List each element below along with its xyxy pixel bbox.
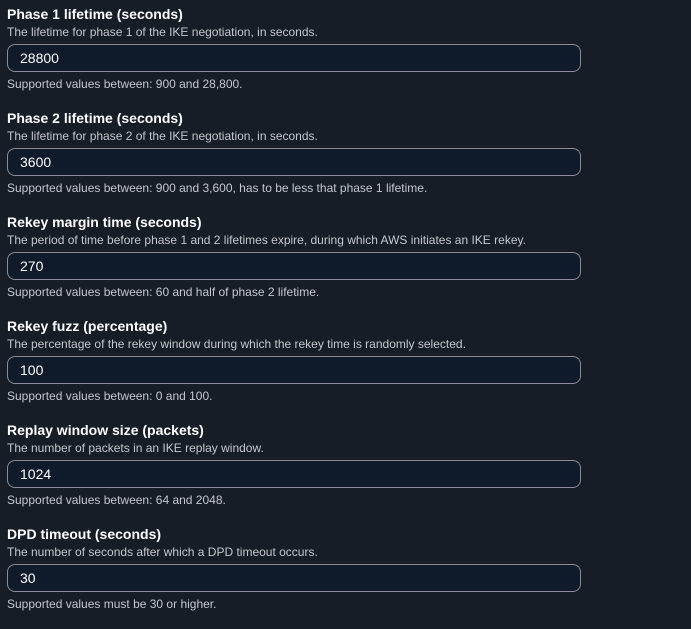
replay-window-size-description: The number of packets in an IKE replay w… <box>7 441 264 455</box>
phase2-lifetime-input[interactable] <box>7 148 581 176</box>
rekey-margin-time-label: Rekey margin time (seconds) <box>7 214 202 230</box>
rekey-fuzz-label: Rekey fuzz (percentage) <box>7 318 168 334</box>
rekey-fuzz-description: The percentage of the rekey window durin… <box>7 337 466 351</box>
replay-window-size-input[interactable] <box>7 460 581 488</box>
replay-window-size-constraint: Supported values between: 64 and 2048. <box>7 493 226 507</box>
rekey-margin-time-description: The period of time before phase 1 and 2 … <box>7 233 526 247</box>
rekey-fuzz-input[interactable] <box>7 356 581 384</box>
rekey-margin-time-field: Rekey margin time (seconds) The period o… <box>7 213 581 317</box>
phase1-lifetime-description: The lifetime for phase 1 of the IKE nego… <box>7 25 318 39</box>
dpd-timeout-description: The number of seconds after which a DPD … <box>7 545 318 559</box>
phase1-lifetime-constraint: Supported values between: 900 and 28,800… <box>7 77 243 91</box>
replay-window-size-label: Replay window size (packets) <box>7 422 204 438</box>
rekey-fuzz-constraint: Supported values between: 0 and 100. <box>7 389 213 403</box>
phase1-lifetime-field: Phase 1 lifetime (seconds) The lifetime … <box>7 5 581 109</box>
rekey-margin-time-constraint: Supported values between: 60 and half of… <box>7 285 320 299</box>
dpd-timeout-field: DPD timeout (seconds) The number of seco… <box>7 525 581 629</box>
dpd-timeout-label: DPD timeout (seconds) <box>7 526 162 542</box>
rekey-margin-time-input[interactable] <box>7 252 581 280</box>
phase1-lifetime-input[interactable] <box>7 44 581 72</box>
phase2-lifetime-constraint: Supported values between: 900 and 3,600,… <box>7 181 428 195</box>
phase2-lifetime-label: Phase 2 lifetime (seconds) <box>7 110 183 126</box>
dpd-timeout-input[interactable] <box>7 564 581 592</box>
ike-tunnel-options-form: Phase 1 lifetime (seconds) The lifetime … <box>7 5 581 629</box>
phase1-lifetime-label: Phase 1 lifetime (seconds) <box>7 6 183 22</box>
replay-window-size-field: Replay window size (packets) The number … <box>7 421 581 525</box>
dpd-timeout-constraint: Supported values must be 30 or higher. <box>7 597 217 611</box>
phase2-lifetime-field: Phase 2 lifetime (seconds) The lifetime … <box>7 109 581 213</box>
rekey-fuzz-field: Rekey fuzz (percentage) The percentage o… <box>7 317 581 421</box>
phase2-lifetime-description: The lifetime for phase 2 of the IKE nego… <box>7 129 318 143</box>
